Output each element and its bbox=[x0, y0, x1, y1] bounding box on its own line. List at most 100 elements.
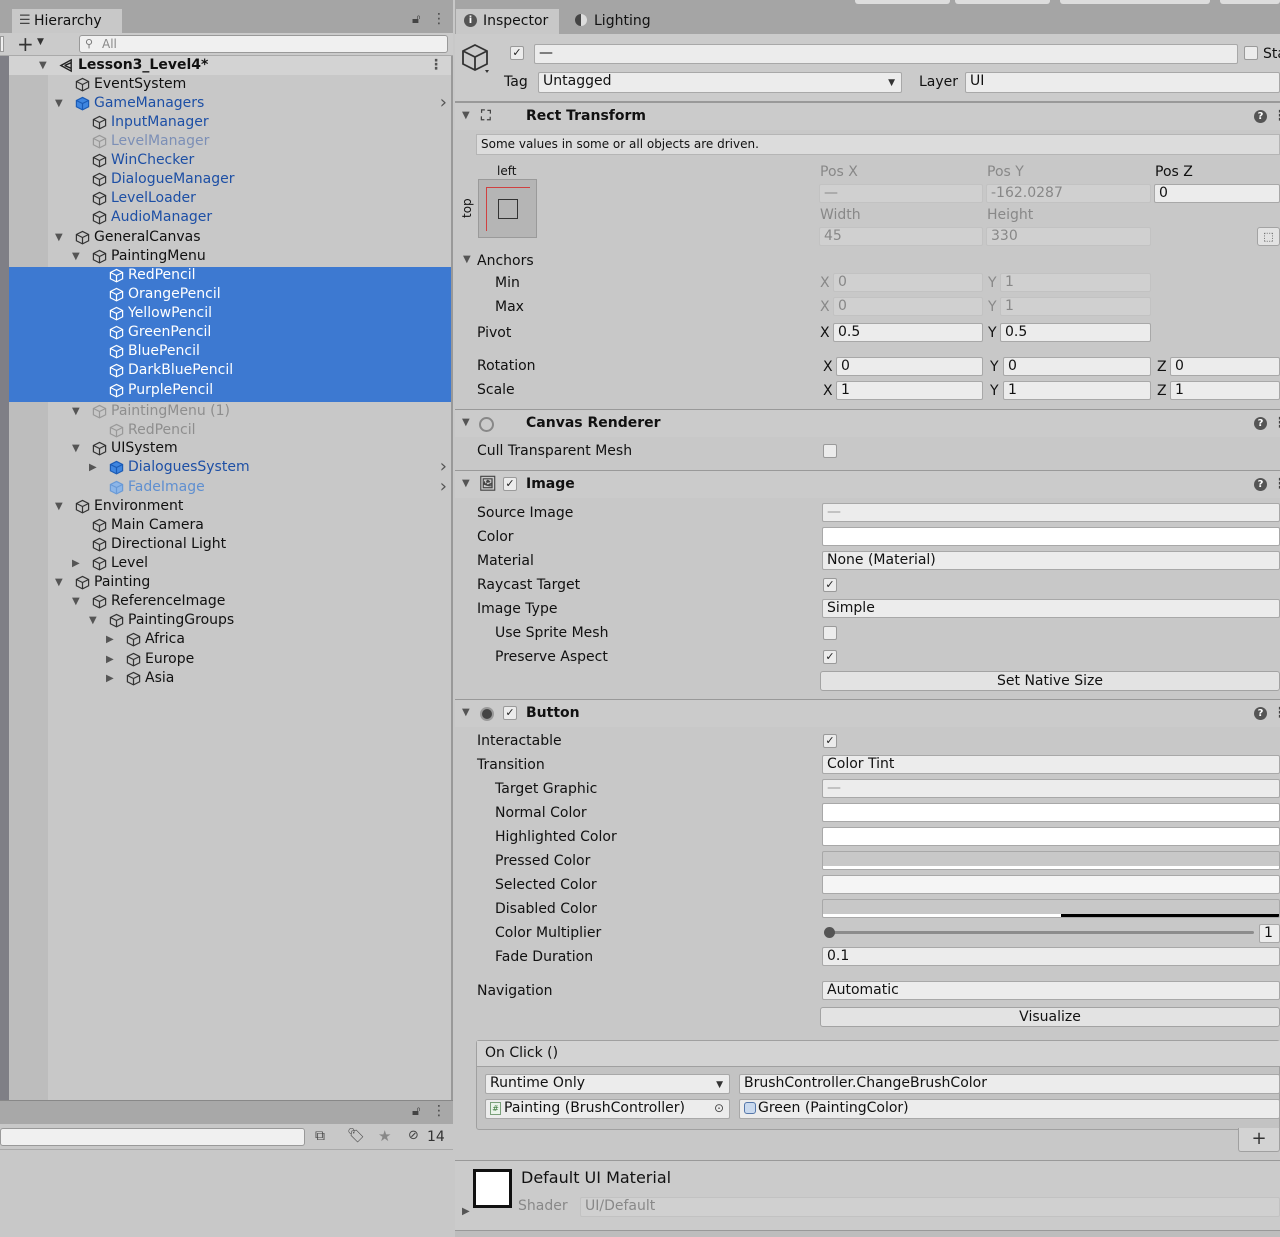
use-sprite-mesh-checkbox[interactable] bbox=[823, 626, 837, 640]
function-dropdown[interactable]: BrushController.ChangeBrushColor bbox=[739, 1074, 1280, 1094]
foldout-arrow-icon[interactable]: ▼ bbox=[462, 700, 470, 726]
hierarchy-search-input[interactable]: ⚲ All bbox=[79, 35, 448, 53]
hierarchy-item[interactable]: AudioManager bbox=[9, 208, 451, 227]
help-icon[interactable]: ? bbox=[1254, 478, 1267, 491]
image-type-dropdown[interactable]: Simple bbox=[822, 599, 1280, 618]
scale-x-field[interactable]: 1 bbox=[836, 381, 983, 400]
expand-arrow-icon[interactable]: ▼ bbox=[72, 247, 80, 266]
anchor-preset-button[interactable] bbox=[478, 179, 537, 238]
chevron-right-icon[interactable]: › bbox=[440, 478, 447, 496]
dropdown-arrow-icon[interactable]: ▼ bbox=[37, 37, 44, 47]
help-icon[interactable]: ? bbox=[1254, 110, 1267, 123]
collapse-arrow-icon[interactable]: ▶ bbox=[89, 458, 97, 477]
navigation-dropdown[interactable]: Automatic bbox=[822, 981, 1280, 1000]
color-multiplier-track[interactable] bbox=[824, 927, 1254, 938]
kebab-menu-icon[interactable]: ⋮ bbox=[1273, 410, 1280, 436]
tab-inspector[interactable]: i Inspector bbox=[456, 9, 559, 34]
star-icon[interactable]: ★ bbox=[378, 1127, 391, 1145]
hierarchy-item[interactable]: ▶ Europe bbox=[9, 650, 451, 669]
tab-lighting[interactable]: Lighting bbox=[567, 9, 677, 34]
tag-dropdown[interactable]: Untagged ▼ bbox=[538, 72, 902, 93]
argument-field[interactable]: Green (PaintingColor) bbox=[739, 1099, 1280, 1119]
hierarchy-item[interactable]: EventSystem bbox=[9, 75, 451, 94]
image-enabled-checkbox[interactable]: ✓ bbox=[503, 477, 517, 491]
expand-arrow-icon[interactable]: ▼ bbox=[72, 592, 80, 611]
hierarchy-item[interactable]: ▶ Level bbox=[9, 554, 451, 573]
slider-thumb[interactable] bbox=[824, 927, 835, 938]
kebab-menu-icon[interactable]: ⋮ bbox=[429, 56, 443, 75]
foldout-arrow-icon[interactable]: ▼ bbox=[462, 410, 470, 436]
posz-field[interactable]: 0 bbox=[1154, 184, 1280, 203]
hierarchy-item[interactable]: BluePencil bbox=[9, 342, 451, 361]
foldout-arrow-icon[interactable]: ▼ bbox=[462, 471, 470, 497]
chevron-right-icon[interactable]: › bbox=[440, 94, 447, 112]
button-header[interactable]: ▼ ✓ Button ? ⋮ bbox=[455, 699, 1280, 727]
hidden-eye-icon[interactable]: ⊘ bbox=[408, 1128, 419, 1143]
layer-dropdown[interactable]: UI bbox=[965, 72, 1280, 93]
target-object-field[interactable]: # Painting (BrushController) ⊙ bbox=[485, 1099, 730, 1119]
hierarchy-item[interactable]: YellowPencil bbox=[9, 304, 451, 323]
foldout-arrow-icon[interactable]: ▼ bbox=[463, 254, 471, 265]
set-native-size-button[interactable]: Set Native Size bbox=[820, 671, 1280, 691]
hierarchy-item[interactable]: Directional Light bbox=[9, 535, 451, 554]
image-header[interactable]: ▼ 🖼︎ ✓ Image ? ⋮ bbox=[455, 470, 1280, 498]
blueprint-mode-button[interactable]: ⬚ bbox=[1257, 227, 1280, 246]
color-multiplier-field[interactable]: 1 bbox=[1259, 924, 1280, 943]
hierarchy-item[interactable]: Main Camera bbox=[9, 516, 451, 535]
hierarchy-item[interactable]: ▼ UISystem bbox=[9, 439, 451, 458]
hierarchy-item[interactable]: OrangePencil bbox=[9, 285, 451, 304]
kebab-menu-icon[interactable]: ⋮ bbox=[1273, 700, 1280, 726]
lock-icon[interactable]: 🔓︎ bbox=[412, 12, 420, 27]
expand-arrow-icon[interactable]: ▼ bbox=[72, 402, 80, 421]
chevron-right-icon[interactable]: › bbox=[440, 458, 447, 476]
gameobject-icon[interactable] bbox=[461, 42, 493, 74]
target-graphic-field[interactable]: — bbox=[822, 779, 1280, 798]
expand-arrow-icon[interactable]: ▼ bbox=[55, 228, 63, 247]
help-icon[interactable]: ? bbox=[1254, 707, 1267, 720]
transition-dropdown[interactable]: Color Tint bbox=[822, 755, 1280, 774]
pivot-y-field[interactable]: 0.5 bbox=[1000, 323, 1151, 342]
button-enabled-checkbox[interactable]: ✓ bbox=[503, 706, 517, 720]
canvas-renderer-header[interactable]: ▼ Canvas Renderer ? ⋮ bbox=[455, 409, 1280, 437]
hierarchy-item[interactable]: ▶ Asia bbox=[9, 669, 451, 688]
collapse-arrow-icon[interactable]: ▶ bbox=[72, 554, 80, 573]
scale-y-field[interactable]: 1 bbox=[1003, 381, 1151, 400]
hierarchy-item[interactable]: RedPencil bbox=[9, 266, 451, 285]
visualize-button[interactable]: Visualize bbox=[820, 1007, 1280, 1027]
hierarchy-item[interactable]: PurplePencil bbox=[9, 381, 451, 400]
project-search-input[interactable] bbox=[0, 1128, 305, 1146]
kebab-menu-icon[interactable]: ⋮ bbox=[1273, 471, 1280, 497]
pivot-x-field[interactable]: 0.5 bbox=[833, 323, 983, 342]
label-filter-icon[interactable]: 🏷︎ bbox=[347, 1128, 365, 1144]
hierarchy-item[interactable]: FadeImage › bbox=[9, 478, 451, 497]
kebab-menu-icon[interactable]: ⋮ bbox=[432, 11, 446, 27]
fade-duration-field[interactable]: 0.1 bbox=[822, 947, 1280, 966]
foldout-arrow-icon[interactable]: ▶ bbox=[462, 1206, 470, 1217]
expand-arrow-icon[interactable]: ▼ bbox=[89, 611, 97, 630]
highlighted-color-swatch[interactable] bbox=[822, 827, 1280, 846]
object-name-field[interactable]: — bbox=[534, 44, 1238, 64]
expand-arrow-icon[interactable]: ▼ bbox=[55, 94, 63, 113]
kebab-menu-icon[interactable]: ⋮ bbox=[1273, 103, 1280, 129]
hierarchy-item[interactable]: ▼ PaintingMenu bbox=[9, 247, 451, 266]
material-preview-thumb[interactable] bbox=[473, 1169, 512, 1208]
scene-row[interactable]: ▼ Lesson3_Level4* ⋮ bbox=[9, 56, 451, 75]
foldout-arrow-icon[interactable]: ▼ bbox=[462, 103, 470, 129]
runtime-dropdown[interactable]: Runtime Only ▼ bbox=[485, 1074, 730, 1094]
hierarchy-item[interactable]: ▼ PaintingGroups bbox=[9, 611, 451, 630]
lock-icon[interactable]: 🔓︎ bbox=[412, 1104, 420, 1119]
rotation-z-field[interactable]: 0 bbox=[1170, 357, 1280, 376]
cull-transparent-checkbox[interactable] bbox=[823, 444, 837, 458]
rotation-y-field[interactable]: 0 bbox=[1003, 357, 1151, 376]
hierarchy-item[interactable]: ▼ Environment bbox=[9, 497, 451, 516]
material-field[interactable]: None (Material) bbox=[822, 551, 1280, 570]
expand-arrow-icon[interactable]: ▼ bbox=[55, 497, 63, 516]
hierarchy-item[interactable]: DarkBluePencil bbox=[9, 361, 451, 380]
interactable-checkbox[interactable]: ✓ bbox=[823, 734, 837, 748]
source-image-field[interactable]: — bbox=[822, 503, 1280, 522]
hierarchy-item[interactable]: LevelManager bbox=[9, 132, 451, 151]
kebab-menu-icon[interactable]: ⋮ bbox=[432, 1103, 446, 1119]
hierarchy-item[interactable]: WinChecker bbox=[9, 151, 451, 170]
hierarchy-item[interactable]: ▼ GeneralCanvas bbox=[9, 228, 451, 247]
rect-transform-header[interactable]: ▼ ⛶ Rect Transform ? ⋮ bbox=[455, 102, 1280, 130]
